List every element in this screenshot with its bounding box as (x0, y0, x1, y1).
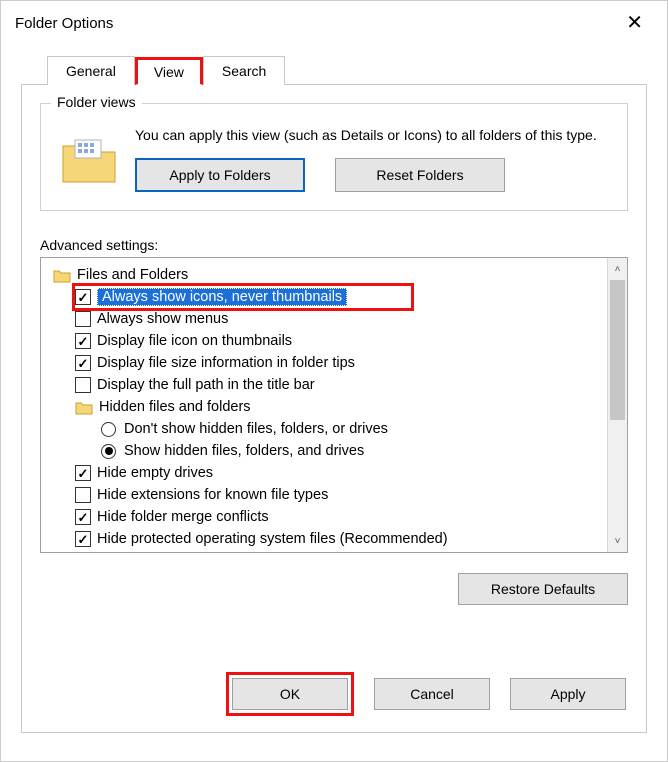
checkbox[interactable] (75, 355, 91, 371)
folder-icon (53, 267, 71, 283)
checkbox[interactable] (75, 289, 91, 305)
folder-views-group: Folder views You can apply this view (su… (40, 103, 628, 211)
checkbox[interactable] (75, 311, 91, 327)
advanced-settings-list[interactable]: Files and Folders Always show icons, neve… (40, 257, 628, 553)
scroll-track[interactable] (608, 280, 627, 530)
radio[interactable] (101, 444, 116, 459)
tree-item-label[interactable]: Hide extensions for known file types (97, 487, 328, 503)
tree-item-label[interactable]: Hide empty drives (97, 465, 213, 481)
tree-item-1[interactable]: Always show icons, never thumbnails (53, 286, 603, 308)
checkbox[interactable] (75, 377, 91, 393)
tab-strip: General View Search (21, 51, 647, 85)
tab-view[interactable]: View (135, 57, 203, 85)
tab-search[interactable]: Search (203, 56, 285, 85)
tree-item-label[interactable]: Don't show hidden files, folders, or dri… (124, 421, 388, 437)
tree-item-2[interactable]: Always show menus (53, 308, 603, 330)
tree-item-12[interactable]: Hide protected operating system files (R… (53, 528, 603, 550)
folder-views-right: You can apply this view (such as Details… (135, 126, 609, 192)
radio[interactable] (101, 422, 116, 437)
tree-item-4[interactable]: Display file size information in folder … (53, 352, 603, 374)
folder-views-description: You can apply this view (such as Details… (135, 126, 609, 144)
tree-item-0: Files and Folders (53, 264, 603, 286)
ok-highlight-frame: OK (226, 672, 354, 716)
apply-button[interactable]: Apply (510, 678, 626, 710)
tree-item-6: Hidden files and folders (53, 396, 603, 418)
restore-defaults-button[interactable]: Restore Defaults (458, 573, 628, 605)
advanced-settings-inner: Files and Folders Always show icons, neve… (41, 258, 607, 552)
checkbox[interactable] (75, 509, 91, 525)
close-icon[interactable]: ✕ (616, 7, 653, 39)
tree-item-label[interactable]: Display file size information in folder … (97, 355, 355, 371)
tree-item-5[interactable]: Display the full path in the title bar (53, 374, 603, 396)
tree-item-label[interactable]: Show hidden files, folders, and drives (124, 443, 364, 459)
restore-row: Restore Defaults (40, 573, 628, 605)
tree-item-label[interactable]: Always show menus (97, 311, 228, 327)
tab-panel-view: Folder views You can apply this view (su… (21, 85, 647, 733)
tree-item-label: Files and Folders (77, 267, 188, 283)
tree-item-label[interactable]: Hide folder merge conflicts (97, 509, 269, 525)
window-title: Folder Options (15, 15, 113, 32)
tree-item-10[interactable]: Hide extensions for known file types (53, 484, 603, 506)
cancel-button[interactable]: Cancel (374, 678, 490, 710)
folder-views-buttons: Apply to Folders Reset Folders (135, 158, 609, 192)
tree-item-label[interactable]: Display the full path in the title bar (97, 377, 315, 393)
scroll-down-arrow-icon[interactable]: ˅ (608, 530, 628, 552)
apply-to-folders-button[interactable]: Apply to Folders (135, 158, 305, 192)
titlebar: Folder Options ✕ (1, 1, 667, 45)
tree-item-3[interactable]: Display file icon on thumbnails (53, 330, 603, 352)
tab-general[interactable]: General (47, 56, 135, 85)
tree-item-8[interactable]: Show hidden files, folders, and drives (53, 440, 603, 462)
tree-item-label: Hidden files and folders (99, 399, 251, 415)
dialog-button-row: OK Cancel Apply (22, 672, 646, 716)
checkbox[interactable] (75, 531, 91, 547)
folder-icon (75, 399, 93, 415)
scrollbar[interactable]: ˄ ˅ (607, 258, 627, 552)
scroll-up-arrow-icon[interactable]: ˄ (608, 258, 628, 280)
reset-folders-button[interactable]: Reset Folders (335, 158, 505, 192)
tree-item-9[interactable]: Hide empty drives (53, 462, 603, 484)
tree-item-label[interactable]: Display file icon on thumbnails (97, 333, 292, 349)
checkbox[interactable] (75, 465, 91, 481)
tree-item-label[interactable]: Always show icons, never thumbnails (97, 288, 347, 306)
folder-options-window: Folder Options ✕ General View Search Fol… (0, 0, 668, 762)
tree-item-label[interactable]: Hide protected operating system files (R… (97, 531, 448, 547)
folder-views-legend: Folder views (51, 94, 142, 110)
tree-item-11[interactable]: Hide folder merge conflicts (53, 506, 603, 528)
scroll-thumb[interactable] (610, 280, 625, 420)
ok-button[interactable]: OK (232, 678, 348, 710)
advanced-settings-label: Advanced settings: (40, 237, 628, 253)
folder-views-body: You can apply this view (such as Details… (59, 126, 609, 192)
checkbox[interactable] (75, 487, 91, 503)
tree-item-7[interactable]: Don't show hidden files, folders, or dri… (53, 418, 603, 440)
folder-icon (59, 130, 119, 190)
checkbox[interactable] (75, 333, 91, 349)
